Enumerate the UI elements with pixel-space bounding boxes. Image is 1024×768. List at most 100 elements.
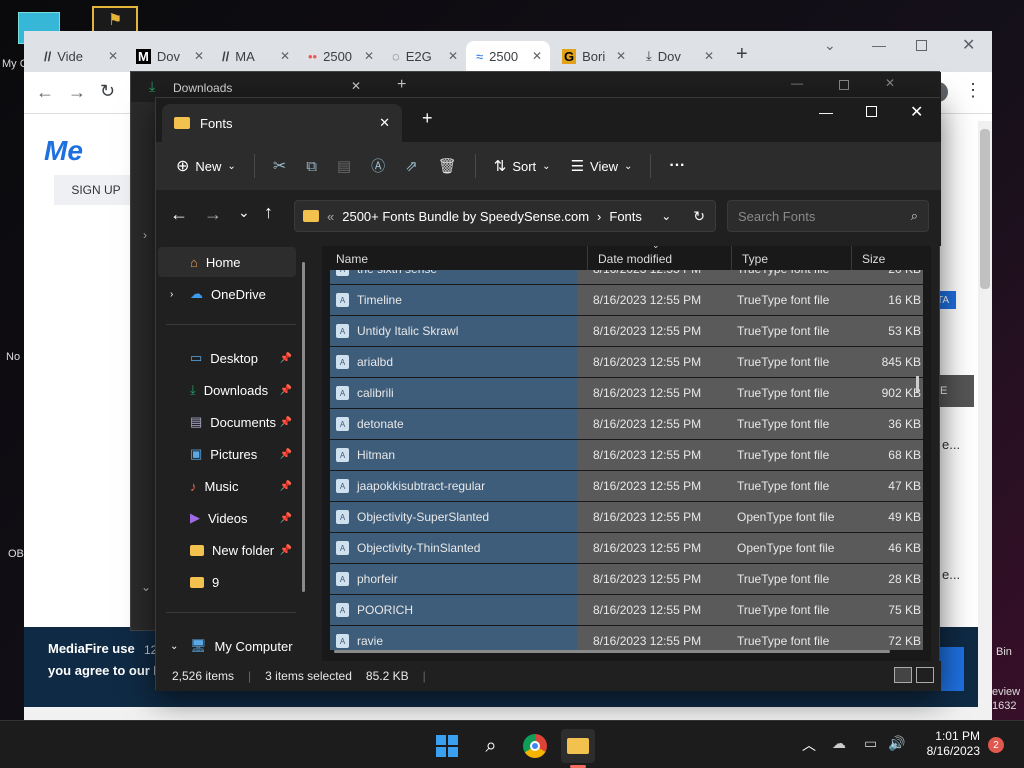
desktop-icon-obs[interactable]: OB <box>8 548 24 560</box>
close-icon[interactable]: ✕ <box>194 49 204 63</box>
close-icon[interactable]: ✕ <box>280 49 290 63</box>
minimize-button[interactable]: — <box>791 76 803 90</box>
breadcrumb-item[interactable]: Fonts <box>609 209 642 224</box>
nav-item-new-folder[interactable]: New folder 📌 <box>158 535 296 565</box>
close-icon[interactable]: ✕ <box>364 49 374 63</box>
chevron-down-icon[interactable]: ⌄ <box>170 641 178 652</box>
file-name-cell[interactable]: Acalibrili <box>330 378 577 408</box>
file-name-cell[interactable]: A Hitman <box>330 440 577 470</box>
chevron-down-icon[interactable]: ⌄ <box>661 209 671 223</box>
vertical-scrollbar[interactable] <box>978 121 992 707</box>
file-name-cell[interactable]: A Timeline <box>330 285 577 315</box>
chrome-tab[interactable]: ⤓ Dov ✕ <box>636 41 722 71</box>
tiles-view-button[interactable] <box>916 667 934 683</box>
file-row[interactable]: A Objectivity-SuperSlanted 8/16/2023 12:55… <box>330 502 923 532</box>
chrome-tab[interactable]: •• 2500 ✕ <box>298 41 382 71</box>
file-row[interactable]: Athe sixth sense8/16/2023 12:55 PMTrueTy… <box>330 270 923 284</box>
close-window-button[interactable]: ✕ <box>885 76 895 90</box>
close-icon[interactable]: ✕ <box>704 49 714 63</box>
chevron-right-icon[interactable]: › <box>143 228 147 242</box>
reload-icon[interactable]: ↻ <box>100 81 115 102</box>
close-icon[interactable]: ✕ <box>448 49 458 63</box>
sort-button[interactable]: ⇅ Sort ⌄ <box>484 142 561 190</box>
close-icon[interactable]: ✕ <box>532 49 542 63</box>
explorer-tab-fonts[interactable]: Fonts ✕ <box>162 104 402 142</box>
file-explorer-taskbar-button[interactable] <box>561 729 595 763</box>
close-icon[interactable]: ✕ <box>616 49 626 63</box>
file-row[interactable]: Aravie 8/16/2023 12:55 PM TrueType font fi… <box>330 626 923 650</box>
nav-item-pictures[interactable]: ▣ Pictures 📌 <box>158 439 296 469</box>
chrome-taskbar-button[interactable] <box>518 729 552 763</box>
file-row[interactable]: Aarialbd 8/16/2023 12:55 PM TrueType font … <box>330 347 923 377</box>
onedrive-tray-icon[interactable]: ☁ <box>832 735 846 752</box>
sign-up-button[interactable]: SIGN UP <box>54 175 138 205</box>
close-window-button[interactable]: ✕ <box>910 102 923 122</box>
more-options-button[interactable]: ··· <box>659 142 695 190</box>
file-name-cell[interactable]: Adetonate <box>330 409 577 439</box>
file-row[interactable]: Adetonate 8/16/2023 12:55 PM TrueType font… <box>330 409 923 439</box>
forward-arrow-icon[interactable]: → <box>68 82 86 103</box>
refresh-icon[interactable]: ↻ <box>693 208 705 225</box>
pin-icon[interactable]: 📌 <box>280 481 292 492</box>
search-input[interactable]: Search Fonts ⌕ <box>727 200 929 232</box>
chrome-tab[interactable]: ◌ E2G ✕ <box>382 41 466 71</box>
column-header-type[interactable]: Type <box>732 246 852 272</box>
new-tab-button[interactable]: + <box>397 76 406 94</box>
breadcrumb-prefix[interactable]: « <box>327 209 334 224</box>
column-header-date[interactable]: Date modified⌄ <box>588 246 732 272</box>
mediafire-logo[interactable]: Me <box>44 135 83 167</box>
paste-button[interactable]: ▤ <box>327 142 361 190</box>
desktop-icon-map[interactable]: ⚑ <box>92 6 138 34</box>
nav-item-desktop[interactable]: ▭ Desktop 📌 <box>158 343 296 373</box>
search-button[interactable]: ⌕ <box>474 729 508 763</box>
file-name-cell[interactable]: A Untidy Italic Skrawl <box>330 316 577 346</box>
breadcrumb-item[interactable]: 2500+ Fonts Bundle by SpeedySense.com <box>342 209 589 224</box>
recycle-bin-label[interactable]: Bin <box>996 646 1012 658</box>
chevron-up-icon[interactable]: ︿ <box>802 735 816 755</box>
copy-button[interactable]: ⧉ <box>296 142 327 190</box>
file-name-cell[interactable]: A Objectivity-ThinSlanted <box>330 533 577 563</box>
nav-item-videos[interactable]: ▶ Videos 📌 <box>158 503 296 533</box>
chrome-tab[interactable]: M Dov ✕ <box>126 41 212 71</box>
file-row[interactable]: Aphorfeir 8/16/2023 12:55 PM TrueType font… <box>330 564 923 594</box>
up-arrow-icon[interactable]: ↑ <box>264 202 273 223</box>
close-window-button[interactable]: ✕ <box>962 35 975 55</box>
cut-button[interactable]: ✂ <box>263 142 296 190</box>
chrome-tab[interactable]: // MA ✕ <box>212 41 298 71</box>
back-arrow-icon[interactable]: ← <box>36 82 54 103</box>
share-button[interactable]: ⇗ <box>395 142 428 190</box>
pin-icon[interactable]: 📌 <box>280 513 292 524</box>
new-tab-button[interactable]: + <box>422 108 433 129</box>
view-button[interactable]: ☰ View ⌄ <box>561 142 643 190</box>
close-icon[interactable]: ✕ <box>379 115 390 131</box>
pin-icon[interactable]: 📌 <box>280 385 292 396</box>
nav-item-home[interactable]: ⌂ Home <box>158 247 296 277</box>
maximize-button[interactable] <box>916 40 927 51</box>
delete-button[interactable]: 🗑 <box>428 142 467 190</box>
rename-button[interactable]: Ⓐ <box>361 142 395 190</box>
address-bar[interactable]: « 2500+ Fonts Bundle by SpeedySense.com … <box>294 200 716 232</box>
minimize-button[interactable]: — <box>819 104 833 120</box>
nav-item-music[interactable]: ♪ Music 📌 <box>158 471 296 501</box>
column-header-size[interactable]: Size <box>852 246 931 272</box>
file-row[interactable]: A Hitman 8/16/2023 12:55 PM TrueType font f… <box>330 440 923 470</box>
pin-icon[interactable]: 📌 <box>280 545 292 556</box>
network-icon[interactable]: ▭ <box>864 735 877 752</box>
kebab-menu-icon[interactable]: ⋮ <box>964 80 982 101</box>
file-name-cell[interactable]: Aphorfeir <box>330 564 577 594</box>
maximize-button[interactable] <box>866 106 877 117</box>
minimize-button[interactable]: — <box>872 37 886 53</box>
file-name-cell[interactable]: Aravie <box>330 626 577 650</box>
nav-item-9[interactable]: 9 <box>158 567 296 597</box>
maximize-button[interactable] <box>839 80 849 90</box>
nav-item-onedrive[interactable]: › ☁ OneDrive <box>158 279 296 309</box>
pin-icon[interactable]: 📌 <box>280 353 292 364</box>
chrome-tab[interactable]: G Bori ✕ <box>552 41 634 71</box>
back-arrow-icon[interactable]: ← <box>170 204 188 225</box>
forward-arrow-icon[interactable]: → <box>204 204 222 225</box>
column-header-name[interactable]: Name <box>322 246 588 272</box>
file-name-cell[interactable]: Aarialbd <box>330 347 577 377</box>
chrome-tab-active[interactable]: ≈2500 ✕ <box>466 41 550 71</box>
nav-item-documents[interactable]: ▤ Documents 📌 <box>158 407 296 437</box>
new-button[interactable]: ⊕ New ⌄ <box>166 142 246 190</box>
